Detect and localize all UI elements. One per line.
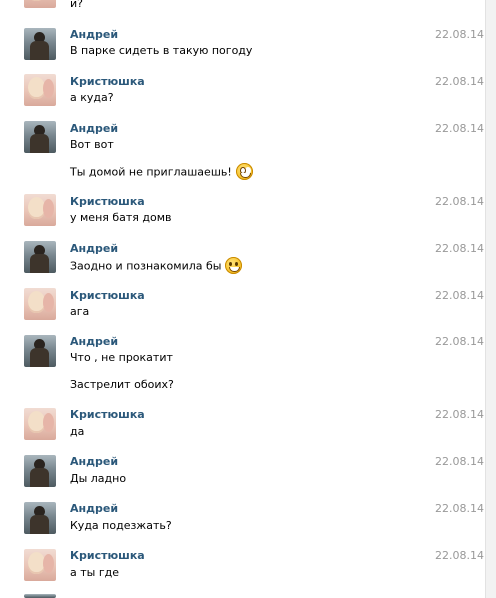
message-text: у меня батя домв: [70, 211, 172, 224]
avatar[interactable]: [24, 594, 56, 598]
avatar[interactable]: [24, 335, 56, 367]
grinning-emoji-icon: [235, 163, 253, 180]
message-text: Вот вот: [70, 138, 114, 151]
message-date: 22.08.14: [435, 455, 484, 468]
message-text: Заодно и познакомила бы: [70, 259, 222, 273]
author-name[interactable]: Андрей: [70, 28, 118, 41]
message-text: а куда?: [70, 91, 114, 104]
message-text: да: [70, 425, 85, 438]
author-name[interactable]: Андрей: [70, 242, 118, 255]
smile-emoji-icon: [225, 257, 243, 274]
avatar[interactable]: [24, 549, 56, 581]
message-text: Застрелит обоих?: [70, 378, 174, 391]
scrollbar[interactable]: [485, 0, 496, 598]
avatar[interactable]: [24, 28, 56, 60]
author-name[interactable]: Андрей: [70, 502, 118, 515]
avatar[interactable]: [24, 408, 56, 440]
message-date: 22.08.14: [435, 549, 484, 562]
author-name[interactable]: Кристюшка: [70, 195, 145, 208]
message-date: 22.08.14: [435, 408, 484, 421]
message-date: 22.08.14: [435, 502, 484, 515]
message-text-line: Заодно и познакомила бы: [70, 257, 243, 275]
avatar[interactable]: [24, 241, 56, 273]
avatar[interactable]: [24, 0, 56, 8]
avatar[interactable]: [24, 455, 56, 487]
message-text: Ды ладно: [70, 472, 127, 485]
message-text: а ты где: [70, 566, 119, 579]
author-name[interactable]: Кристюшка: [70, 289, 145, 302]
message-date: 22.08.14: [435, 289, 484, 302]
message-text: В парке сидеть в такую погоду: [70, 44, 253, 57]
message-text: и?: [70, 0, 83, 10]
message-text: Куда подезжать?: [70, 519, 172, 532]
message-text: Что , не прокатит: [70, 351, 173, 364]
message-date: 22.08.14: [435, 122, 484, 135]
author-name[interactable]: Кристюшка: [70, 549, 145, 562]
message-text-line: Ты домой не приглашаешь!: [70, 163, 253, 181]
author-name[interactable]: Кристюшка: [70, 408, 145, 421]
author-name[interactable]: Кристюшка: [70, 75, 145, 88]
avatar[interactable]: [24, 121, 56, 153]
message-date: 22.08.14: [435, 75, 484, 88]
avatar[interactable]: [24, 194, 56, 226]
message-date: 22.08.14: [435, 335, 484, 348]
avatar[interactable]: [24, 502, 56, 534]
message-date: 22.08.14: [435, 242, 484, 255]
avatar[interactable]: [24, 288, 56, 320]
message-history: и? Андрей 22.08.14 В парке сидеть в таку…: [0, 0, 486, 598]
author-name[interactable]: Андрей: [70, 335, 118, 348]
message-text: Ты домой не приглашаешь!: [70, 165, 232, 179]
author-name[interactable]: Андрей: [70, 122, 118, 135]
author-name[interactable]: Андрей: [70, 455, 118, 468]
message-text: ага: [70, 305, 90, 318]
message-date: 22.08.14: [435, 195, 484, 208]
avatar[interactable]: [24, 74, 56, 106]
message-date: 22.08.14: [435, 28, 484, 41]
